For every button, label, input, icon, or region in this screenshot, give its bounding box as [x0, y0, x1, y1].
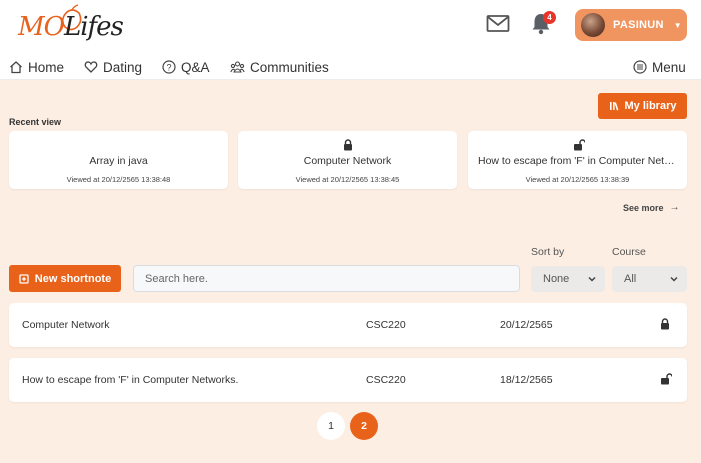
unlock-icon	[661, 373, 672, 385]
sort-select[interactable]: None	[531, 266, 605, 292]
nav-label-home: Home	[28, 59, 65, 75]
menu-button[interactable]: Menu	[633, 58, 686, 76]
mail-icon[interactable]	[486, 14, 510, 34]
arrow-right-icon: →	[669, 202, 680, 213]
course-select[interactable]: All	[612, 266, 687, 292]
recent-card[interactable]: Array in java Viewed at 20/12/2565 13:38…	[9, 131, 228, 189]
nav-item-qa[interactable]: ? Q&A	[162, 58, 210, 76]
library-icon	[609, 102, 618, 111]
top-header: MOLifes 4 PASINUN ▼ Home Dating ? Q&A Co…	[0, 0, 701, 80]
nav-item-communities[interactable]: Communities	[230, 58, 329, 76]
recent-card[interactable]: How to escape from 'F' in Computer Netwo…	[468, 131, 687, 189]
note-plus-icon	[19, 273, 29, 284]
recent-card-time: Viewed at 20/12/2565 13:38:45	[295, 175, 400, 184]
my-library-label: My library	[624, 100, 677, 112]
lock-icon	[343, 139, 352, 151]
note-row[interactable]: Computer Network CSC220 20/12/2565	[9, 303, 687, 347]
nav-item-home[interactable]: Home	[9, 58, 64, 76]
course-select-value: All	[624, 273, 637, 285]
recent-card-title: How to escape from 'F' in Computer Netwo…	[478, 155, 687, 167]
svg-text:?: ?	[166, 63, 171, 73]
recent-card-title: Array in java	[89, 155, 148, 167]
note-row[interactable]: How to escape from 'F' in Computer Netwo…	[9, 358, 687, 402]
note-title: Computer Network	[22, 319, 110, 331]
notification-badge: 4	[543, 11, 556, 24]
new-shortnote-button[interactable]: New shortnote	[9, 265, 121, 292]
question-icon: ?	[162, 60, 176, 74]
nav-item-dating[interactable]: Dating	[84, 58, 142, 76]
avatar	[581, 13, 605, 37]
course-label: Course	[612, 246, 646, 258]
note-title: How to escape from 'F' in Computer Netwo…	[22, 374, 239, 386]
nav-label-communities: Communities	[250, 59, 329, 75]
lock-icon	[661, 318, 669, 330]
see-more-label: See more	[623, 202, 664, 213]
user-name: PASINUN	[613, 19, 664, 31]
recent-card[interactable]: Computer Network Viewed at 20/12/2565 13…	[238, 131, 457, 189]
menu-icon	[633, 60, 647, 74]
note-date: 18/12/2565	[500, 374, 553, 386]
search-input[interactable]	[133, 265, 520, 292]
logo-text: MOLifes	[18, 12, 124, 42]
menu-label: Menu	[652, 59, 686, 75]
communities-icon	[230, 61, 245, 73]
chevron-down-icon	[588, 276, 596, 282]
chevron-down-icon	[670, 276, 678, 282]
note-date: 20/12/2565	[500, 319, 553, 331]
nav-label-dating: Dating	[103, 59, 143, 75]
page-button-1[interactable]: 1	[317, 412, 345, 440]
unlock-icon	[573, 139, 585, 151]
recent-card-time: Viewed at 20/12/2565 13:38:39	[525, 175, 630, 184]
nav-label-qa: Q&A	[181, 59, 210, 75]
mylifes-logo[interactable]: MOLifes	[8, 4, 124, 44]
home-icon	[10, 61, 22, 74]
recent-card-title: Computer Network	[303, 155, 392, 167]
recent-view-heading: Recent view	[9, 117, 62, 127]
page-button-2[interactable]: 2	[350, 412, 378, 440]
sort-by-label: Sort by	[531, 246, 565, 258]
caret-down-icon: ▼	[673, 20, 682, 30]
note-course: CSC220	[366, 374, 406, 386]
main-nav: Home Dating ? Q&A Communities Menu	[0, 58, 701, 78]
user-menu-button[interactable]: PASINUN ▼	[575, 9, 687, 41]
recent-card-time: Viewed at 20/12/2565 13:38:48	[66, 175, 171, 184]
heart-icon	[84, 61, 98, 73]
my-library-button[interactable]: My library	[598, 93, 687, 119]
new-shortnote-label: New shortnote	[34, 272, 112, 285]
sort-select-value: None	[543, 273, 570, 285]
note-course: CSC220	[366, 319, 406, 331]
see-more-link[interactable]: See more →	[623, 202, 680, 213]
